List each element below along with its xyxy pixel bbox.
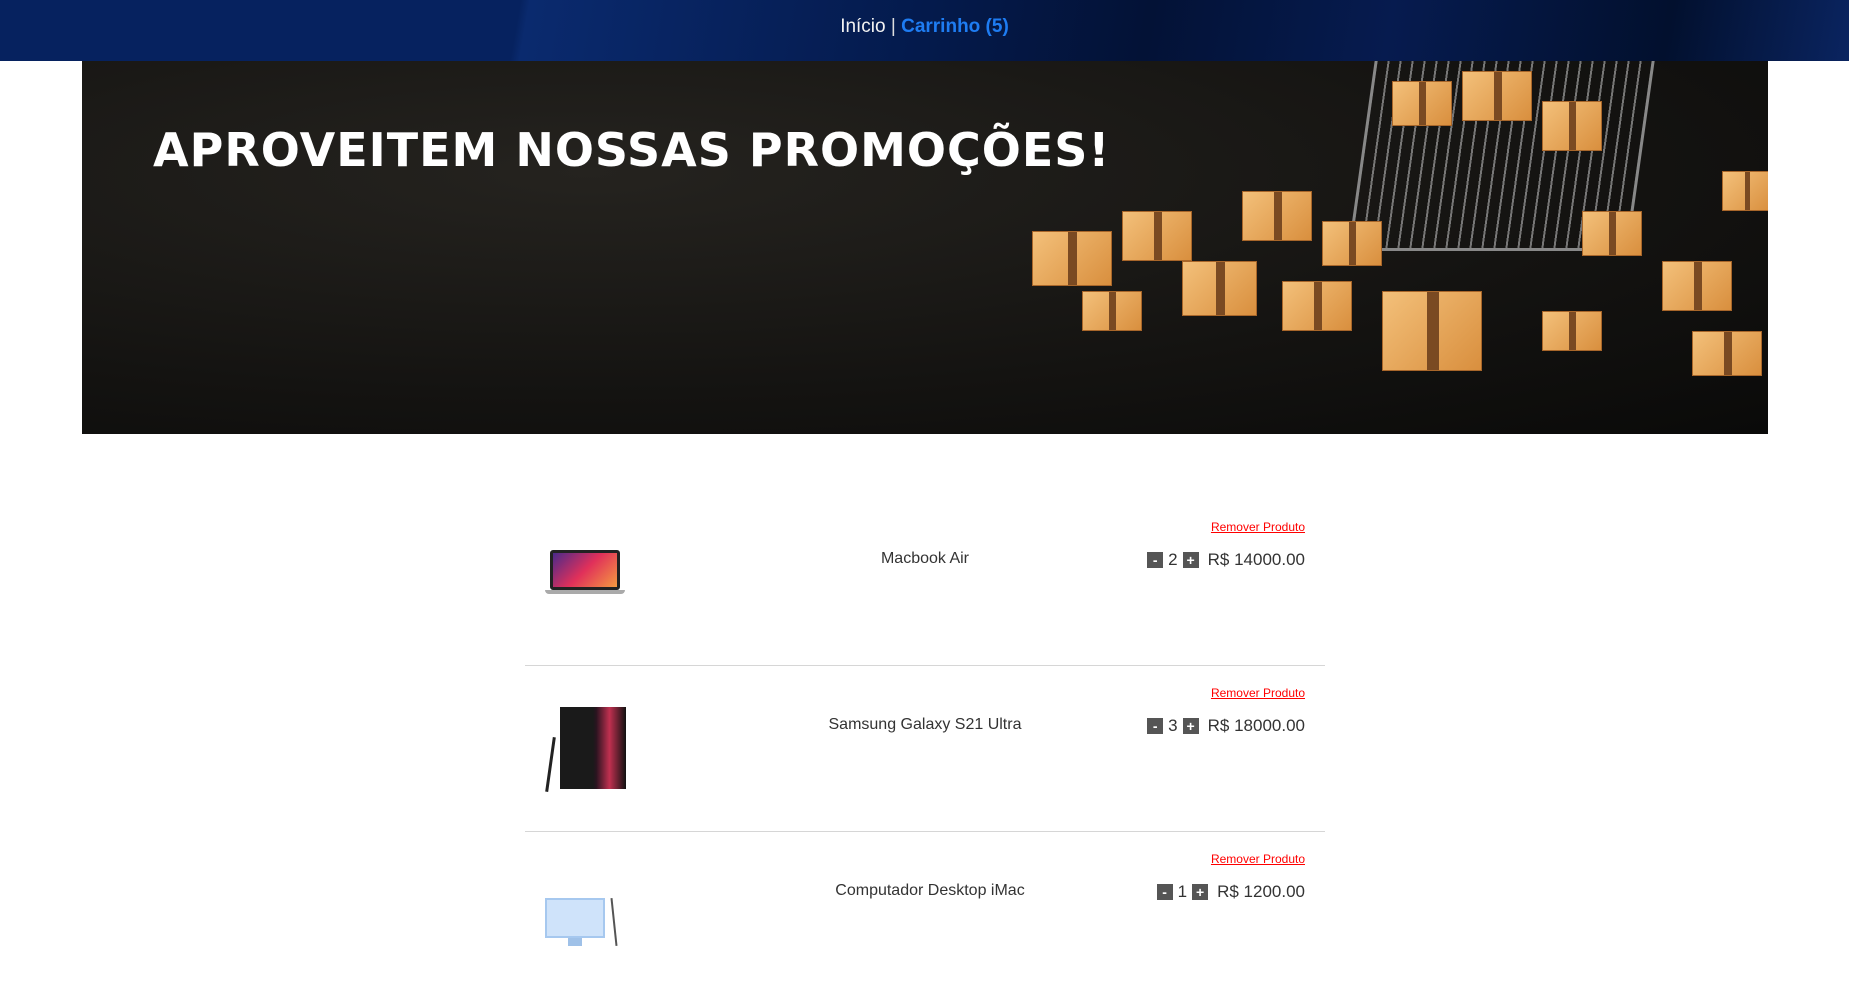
remove-product-link[interactable]: Remover Produto <box>1211 686 1305 700</box>
cart-item: Remover Produto Samsung Galaxy S21 Ultra… <box>525 666 1325 832</box>
cart-list: Remover Produto Macbook Air - 2 + R$ 140… <box>525 500 1325 998</box>
banner-title: APROVEITEM NOSSAS PROMOÇÕES! <box>153 123 1111 177</box>
cart-item: Remover Produto Macbook Air - 2 + R$ 140… <box>525 500 1325 666</box>
increase-quantity-button[interactable]: + <box>1182 552 1199 568</box>
decrease-quantity-button[interactable]: - <box>1147 718 1164 734</box>
remove-product-link[interactable]: Remover Produto <box>1211 520 1305 534</box>
decrease-quantity-button[interactable]: - <box>1156 884 1173 900</box>
quantity-value: 1 <box>1177 882 1188 901</box>
top-nav: Início | Carrinho (5) <box>0 0 1849 61</box>
quantity-value: 3 <box>1168 716 1178 735</box>
quantity-value: 2 <box>1168 550 1178 569</box>
increase-quantity-button[interactable]: + <box>1182 718 1199 734</box>
remove-product-link[interactable]: Remover Produto <box>1211 852 1305 866</box>
cart-item: Remover Produto Computador Desktop iMac … <box>525 832 1325 998</box>
product-price: R$ 14000.00 <box>1207 550 1305 569</box>
product-price: R$ 1200.00 <box>1217 882 1305 901</box>
nav-cart-link[interactable]: Carrinho (5) <box>901 16 1009 37</box>
product-image-imac <box>545 898 618 946</box>
nav-home-link[interactable]: Início <box>840 16 885 37</box>
nav-separator: | <box>890 16 896 37</box>
decrease-quantity-button[interactable]: - <box>1147 552 1164 568</box>
product-price: R$ 18000.00 <box>1207 716 1305 735</box>
promo-banner: APROVEITEM NOSSAS PROMOÇÕES! <box>82 61 1768 434</box>
increase-quantity-button[interactable]: + <box>1192 884 1209 900</box>
